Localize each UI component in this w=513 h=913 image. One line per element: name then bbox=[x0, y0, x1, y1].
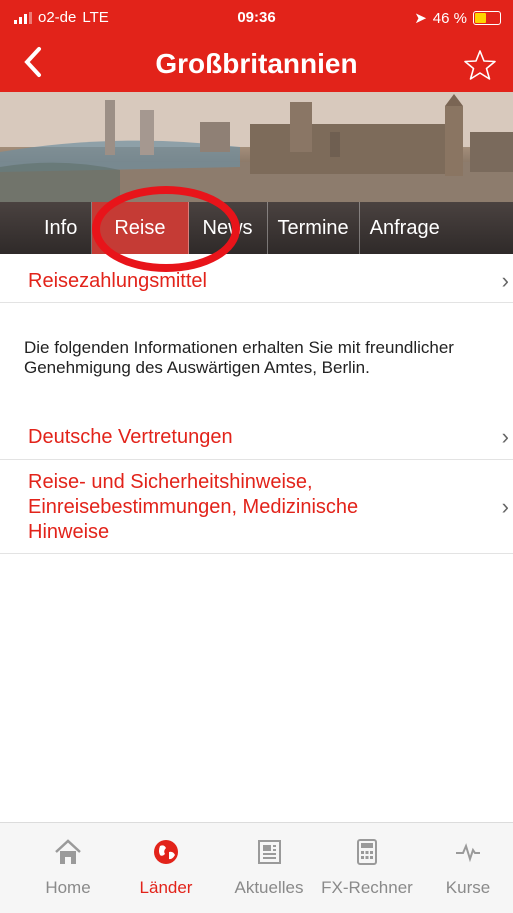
chevron-right-icon: › bbox=[501, 494, 509, 519]
tabbar-item-fx-rechner[interactable]: FX-Rechner bbox=[317, 823, 417, 913]
page-title: Großbritannien bbox=[155, 48, 358, 79]
star-outline-icon bbox=[464, 50, 496, 80]
favorite-button[interactable] bbox=[463, 48, 497, 82]
tab-label: News bbox=[202, 216, 253, 239]
list-item-label: Reisezahlungsmittel bbox=[28, 270, 207, 292]
tabbar-label: FX-Rechner bbox=[321, 878, 413, 897]
country-header-image bbox=[0, 92, 513, 202]
globe-icon bbox=[154, 840, 178, 864]
tabbar-label: Home bbox=[45, 878, 91, 897]
tabbar-label: Aktuelles bbox=[234, 878, 304, 897]
house-icon bbox=[55, 839, 81, 864]
tab-anfrage[interactable]: Anfrage bbox=[360, 202, 450, 254]
tabbar-label: Kurse bbox=[445, 878, 491, 897]
list-item-label: Deutsche Vertretungen bbox=[28, 426, 233, 448]
calculator-icon bbox=[357, 839, 377, 865]
tabbar-item-kurse[interactable]: Kurse bbox=[418, 823, 513, 913]
chevron-right-icon: › bbox=[501, 424, 509, 449]
tab-info[interactable]: Info bbox=[0, 202, 93, 254]
navigation-bar: Großbritannien bbox=[0, 38, 513, 92]
location-arrow-icon: ➤ bbox=[414, 10, 427, 27]
battery-percent: 46 % bbox=[432, 9, 467, 27]
list-item-reisezahlungsmittel[interactable]: Reisezahlungsmittel › bbox=[0, 256, 513, 303]
list-item-reise-sicherheitshinweise[interactable]: Reise- und Sicherheitshinweise, Einreise… bbox=[0, 460, 513, 554]
status-bar: o2-de LTE 09:36 ➤ 46 % bbox=[0, 0, 513, 38]
tab-label: Info bbox=[44, 216, 78, 239]
tab-reise[interactable]: Reise bbox=[92, 202, 189, 254]
section-tabs: Info Reise News Termine Anfrage bbox=[0, 202, 513, 254]
list-item-deutsche-vertretungen[interactable]: Deutsche Vertretungen › bbox=[0, 414, 513, 460]
chart-line-icon bbox=[456, 843, 480, 863]
tab-label: Termine bbox=[277, 216, 349, 239]
tab-news[interactable]: News bbox=[189, 202, 268, 254]
tabbar-item-aktuelles[interactable]: Aktuelles bbox=[219, 823, 319, 913]
bottom-tab-bar: Home Länder Aktuelles FX-Rechner Kurse bbox=[0, 822, 513, 913]
tab-label: Anfrage bbox=[369, 216, 440, 239]
battery-icon bbox=[473, 11, 501, 25]
tab-termine[interactable]: Termine bbox=[268, 202, 360, 254]
tab-label: Reise bbox=[114, 216, 166, 239]
tabbar-item-laender[interactable]: Länder bbox=[116, 823, 216, 913]
info-text: Die folgenden Informationen erhalten Sie… bbox=[24, 338, 454, 377]
chevron-right-icon: › bbox=[501, 268, 509, 293]
list-item-label: Reise- und Sicherheitshinweise, Einreise… bbox=[28, 471, 359, 543]
newspaper-icon bbox=[258, 840, 281, 864]
tabbar-item-home[interactable]: Home bbox=[18, 823, 118, 913]
tabbar-label: Länder bbox=[139, 878, 193, 897]
